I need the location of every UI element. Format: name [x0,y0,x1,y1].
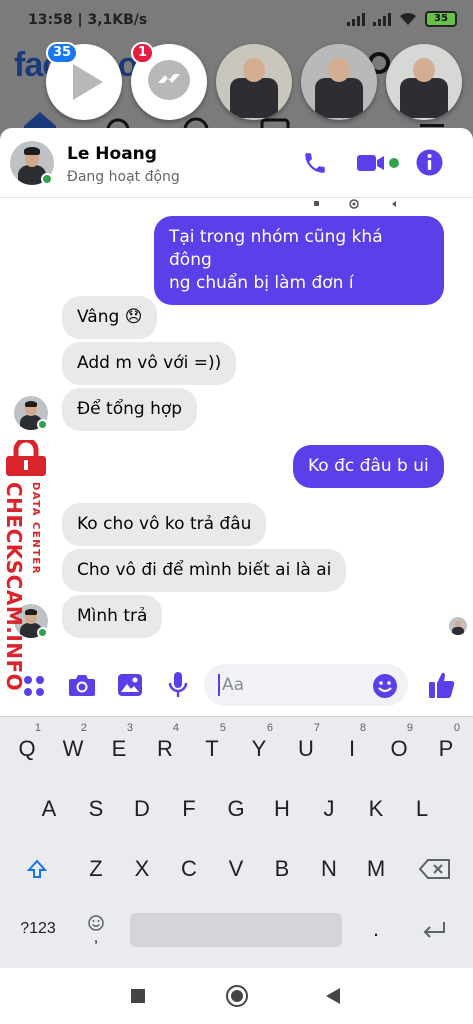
key[interactable]: A [29,787,69,831]
symbols-key[interactable]: ?123 [12,907,64,951]
message-input-placeholder: Aa [222,675,245,695]
backspace-icon[interactable] [419,859,451,879]
video-call-icon[interactable] [356,152,386,174]
chat-header: Le Hoang Đang hoạt động [0,128,473,198]
camera-icon[interactable] [68,673,96,697]
key[interactable]: X [122,847,162,891]
key[interactable]: R4 [145,722,185,771]
messenger-bolt-icon [158,74,180,83]
gallery-icon[interactable] [117,673,143,697]
play-icon [73,64,103,100]
recent-apps-icon[interactable] [130,988,146,1004]
key[interactable]: B [262,847,302,891]
key[interactable]: P0 [426,722,466,771]
contact-status: Đang hoạt động [67,169,180,185]
status-indicators: 35 [347,11,457,27]
key[interactable]: M [356,847,396,891]
status-time: 13:58 | 3,1KB/s [28,12,148,28]
contact-name[interactable]: Le Hoang [67,144,157,164]
system-nav-bar [0,968,473,1024]
key[interactable]: K [356,787,396,831]
key[interactable]: Z [76,847,116,891]
like-thumb-icon[interactable] [428,670,456,700]
key[interactable]: T5 [192,722,232,771]
key[interactable]: V [216,847,256,891]
key[interactable]: C [169,847,209,891]
watermark-title: CHECKSCAM.INFO [2,482,26,692]
message-bubble-incoming[interactable]: Để tổng hợp [62,388,198,431]
key[interactable]: F [169,787,209,831]
wifi-icon [400,13,416,25]
message-bubble-incoming[interactable]: Ko cho vô ko trả đâu [62,503,267,546]
message-bubble-outgoing[interactable]: Ko đc đâu b ui [293,445,444,488]
message-bubble-incoming[interactable]: Mình trả [62,595,163,638]
seen-indicator-avatar [449,617,467,635]
signal-icon [347,12,365,26]
message-composer: Aa [0,658,473,716]
key[interactable]: N [309,847,349,891]
online-indicator [41,173,53,185]
enter-icon[interactable] [421,921,447,939]
space-bar[interactable] [130,913,342,947]
comma-key[interactable]: , [76,923,116,953]
microphone-icon[interactable] [168,671,188,699]
home-icon[interactable] [225,984,249,1008]
key[interactable]: Y6 [239,722,279,771]
video-active-dot [389,158,399,168]
phone-call-icon[interactable] [302,150,328,176]
signal-icon-2 [373,12,391,26]
key[interactable]: J [309,787,349,831]
message-input[interactable]: Aa [204,664,408,706]
chat-head-badge: 35 [46,42,79,64]
key[interactable]: O9 [379,722,419,771]
key[interactable]: H [262,787,302,831]
key[interactable]: U7 [286,722,326,771]
text-cursor [218,674,220,696]
online-indicator [37,419,48,430]
message-bubble-incoming[interactable]: Add m vô với =)) [62,342,237,385]
key[interactable]: E3 [99,722,139,771]
message-bubble-outgoing[interactable]: Tại trong nhóm cũng khá đông ng chuẩn bị… [154,216,444,305]
emoji-icon[interactable] [372,673,398,699]
chat-head-photo[interactable] [386,44,462,120]
watermark: CHECKSCAM.INFO DATA CENTER [0,440,56,691]
key[interactable]: W2 [53,722,93,771]
key[interactable]: S [76,787,116,831]
soft-keyboard: Q1 W2 E3 R4 T5 Y6 U7 I8 O9 P0 A S D F G … [0,716,473,968]
back-icon[interactable] [325,987,341,1005]
message-bubble-incoming[interactable]: Vâng 😞 [62,296,158,339]
key[interactable]: I8 [332,722,372,771]
key[interactable]: Q1 [7,722,47,771]
battery-icon: 35 [425,11,457,27]
shift-icon[interactable] [26,858,48,880]
scroll-indicator [314,199,396,209]
message-bubble-incoming[interactable]: Cho vô đi để mình biết ai là ai [62,549,347,592]
info-icon[interactable] [416,149,443,176]
chat-head-photo[interactable] [216,44,292,120]
watermark-subtitle: DATA CENTER [30,482,41,575]
chat-head-photo[interactable] [301,44,377,120]
key[interactable]: D [122,787,162,831]
lock-logo [6,440,46,476]
period-key[interactable]: . [356,907,396,951]
chat-head-badge: 1 [131,42,155,64]
key[interactable]: L [402,787,442,831]
status-bar: 13:58 | 3,1KB/s 35 [0,0,473,38]
key[interactable]: G [216,787,256,831]
chat-sheet: Le Hoang Đang hoạt động Tại trong nhóm c… [0,128,473,716]
